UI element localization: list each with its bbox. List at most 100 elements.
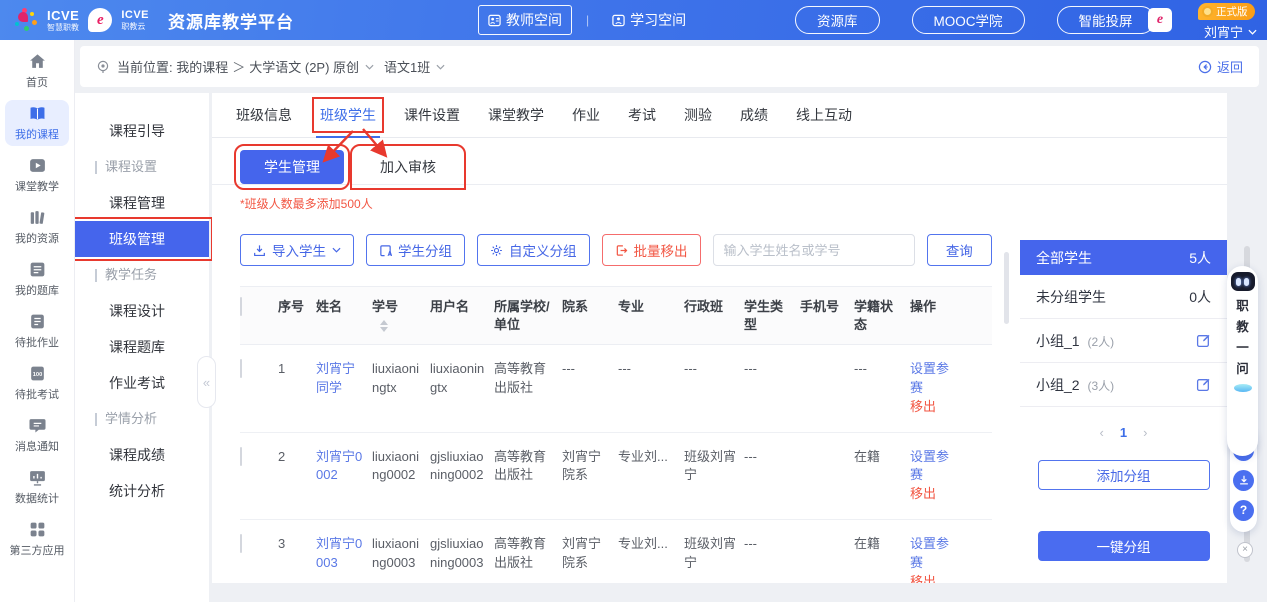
table-cell: gjsliuxiaoning0003	[430, 535, 486, 573]
tab-item[interactable]: 课件设置	[404, 93, 460, 138]
custom-grouping-button[interactable]: 自定义分组	[477, 234, 590, 266]
course-nav-item[interactable]: 统计分析	[75, 473, 209, 509]
all-students-label: 全部学生	[1036, 248, 1092, 268]
main-panel: 班级信息班级学生课件设置课堂教学作业考试测验成绩线上互动 学生管理加入审核 *班…	[212, 93, 1227, 583]
set-contest-action-link[interactable]: 设置参赛	[910, 535, 958, 573]
logo1-text: ICVE 智慧职教	[47, 9, 79, 32]
add-group-button[interactable]: 添加分组	[1038, 460, 1210, 490]
student-name-link[interactable]: 刘宵宁同学	[316, 360, 364, 398]
student-name-link[interactable]: 刘宵宁0002	[316, 448, 364, 486]
import-students-button[interactable]: 导入学生	[240, 234, 354, 266]
remove-action-link[interactable]: 移出	[910, 485, 958, 504]
student-search-input[interactable]	[713, 234, 915, 266]
user-block: 正式版 刘宵宁	[1198, 3, 1257, 41]
tab-item[interactable]: 测验	[684, 93, 712, 138]
edit-group-icon[interactable]	[1196, 377, 1211, 392]
course-nav: 课程引导课程设置课程管理班级管理教学任务课程设计课程题库作业考试学情分析课程成绩…	[75, 93, 209, 602]
teacher-space-button[interactable]: 教师空间	[478, 5, 572, 35]
query-button[interactable]: 查询	[927, 234, 992, 266]
class-dropdown-icon[interactable]	[436, 64, 445, 70]
batch-remove-button[interactable]: 批量移出	[602, 234, 701, 266]
sort-icon[interactable]	[380, 320, 422, 332]
tab-label: 作业	[572, 105, 600, 125]
course-nav-item[interactable]: 课程题库	[75, 329, 209, 365]
app-logo-icon[interactable]: e	[1148, 8, 1172, 32]
course-nav-item[interactable]: 课程成绩	[75, 437, 209, 473]
mooc-college-button[interactable]: MOOC学院	[912, 6, 1025, 34]
group-ungrouped[interactable]: 未分组学生 0人	[1020, 275, 1227, 319]
close-widget-button[interactable]: ×	[1237, 542, 1253, 558]
student-name-link[interactable]: 刘宵宁0003	[316, 535, 364, 573]
select-all-checkbox[interactable]	[240, 297, 242, 316]
table-cell: liuxiaoningtx	[372, 360, 422, 398]
course-dropdown-icon[interactable]	[365, 64, 374, 70]
row-checkbox[interactable]	[240, 359, 242, 378]
help-button[interactable]: ?	[1233, 500, 1254, 521]
edit-group-icon[interactable]	[1196, 333, 1211, 348]
group-row[interactable]: 小组_1 (2人)	[1020, 319, 1227, 363]
subtab-item[interactable]: 学生管理	[240, 150, 344, 184]
set-contest-action-link[interactable]: 设置参赛	[910, 448, 958, 486]
course-nav-item[interactable]: 作业考试	[75, 365, 209, 401]
learning-space-button[interactable]: 学习空间	[603, 6, 695, 34]
tab-item[interactable]: 成绩	[740, 93, 768, 138]
panel-scrollbar[interactable]	[1004, 252, 1009, 324]
student-grouping-button[interactable]: A 学生分组	[366, 234, 465, 266]
wave-icon	[1234, 384, 1252, 392]
course-nav-item[interactable]: 课程管理	[75, 185, 209, 221]
download-app-button[interactable]	[1233, 470, 1254, 491]
group-row[interactable]: 小组_2 (3人)	[1020, 363, 1227, 407]
sidebar-item-exam[interactable]: 100待批考试	[5, 360, 69, 406]
pager-prev-icon[interactable]: ‹	[1100, 425, 1104, 440]
row-actions: 设置参赛移出	[910, 448, 958, 505]
subtab-bar: 学生管理加入审核	[212, 150, 1227, 185]
table-cell: liuxiaoning0002	[372, 448, 422, 486]
table-row: 3刘宵宁0003liuxiaoning0003gjsliuxiaoning000…	[240, 520, 992, 583]
tab-item[interactable]: 班级学生	[320, 93, 376, 138]
course-nav-item[interactable]: 课程设计	[75, 293, 209, 329]
teacher-space-icon	[488, 14, 501, 27]
sidebar-item-home[interactable]: 首页	[5, 48, 69, 94]
assistant-widget[interactable]: 职教一问	[1227, 266, 1258, 456]
breadcrumb-class[interactable]: 语文1班	[384, 57, 430, 76]
pager-current-page[interactable]: 1	[1120, 425, 1127, 440]
table-cell: ---	[618, 360, 676, 379]
remove-action-link[interactable]: 移出	[910, 398, 958, 417]
sidebar-item-classroom[interactable]: 课堂教学	[5, 152, 69, 198]
tab-item[interactable]: 班级信息	[236, 93, 292, 138]
pager-next-icon[interactable]: ›	[1143, 425, 1147, 440]
sidebar-collapse-handle[interactable]: «	[197, 356, 216, 408]
tab-item[interactable]: 作业	[572, 93, 600, 138]
back-button[interactable]: 返回	[1198, 57, 1243, 76]
table-cell: 高等教育出版社	[494, 535, 554, 573]
group-list: 小组_1 (2人)小组_2 (3人)	[1020, 319, 1227, 407]
group-all-students[interactable]: 全部学生 5人	[1020, 240, 1227, 275]
resource-library-button[interactable]: 资源库	[795, 6, 880, 34]
tab-item[interactable]: 考试	[628, 93, 656, 138]
remove-action-link[interactable]: 移出	[910, 573, 958, 583]
row-checkbox[interactable]	[240, 447, 242, 466]
auto-group-button[interactable]: 一键分组	[1038, 531, 1210, 561]
row-checkbox[interactable]	[240, 534, 242, 553]
smart-cast-button[interactable]: 智能投屏	[1057, 6, 1155, 34]
query-label: 查询	[946, 240, 973, 260]
tab-item[interactable]: 课堂教学	[488, 93, 544, 138]
sidebar-item-homework[interactable]: 待批作业	[5, 308, 69, 354]
course-nav-item[interactable]: 课程引导	[75, 113, 209, 149]
svg-text:A: A	[387, 251, 392, 257]
sidebar-item-course[interactable]: 我的课程	[5, 100, 69, 146]
set-contest-action-link[interactable]: 设置参赛	[910, 360, 958, 398]
sidebar-item-message[interactable]: 消息通知	[5, 412, 69, 458]
breadcrumb-course[interactable]: 大学语文 (2P) 原创	[249, 57, 359, 76]
sidebar-item-question-bank[interactable]: 我的题库	[5, 256, 69, 302]
sidebar-item-resource[interactable]: 我的资源	[5, 204, 69, 250]
sidebar-item-label: 我的题库	[15, 282, 59, 298]
sidebar-item-stats[interactable]: 数据统计	[5, 464, 69, 510]
subtab-item[interactable]: 加入审核	[356, 150, 460, 184]
nav-section-label: 学情分析	[75, 401, 209, 437]
sidebar-item-apps[interactable]: 第三方应用	[5, 516, 69, 562]
tab-item[interactable]: 线上互动	[796, 93, 852, 138]
course-nav-item[interactable]: 班级管理	[75, 221, 209, 257]
user-menu[interactable]: 刘宵宁	[1198, 22, 1257, 41]
breadcrumb: 当前位置: 我的课程 ＞ 大学语文 (2P) 原创 语文1班 返回	[80, 46, 1259, 87]
